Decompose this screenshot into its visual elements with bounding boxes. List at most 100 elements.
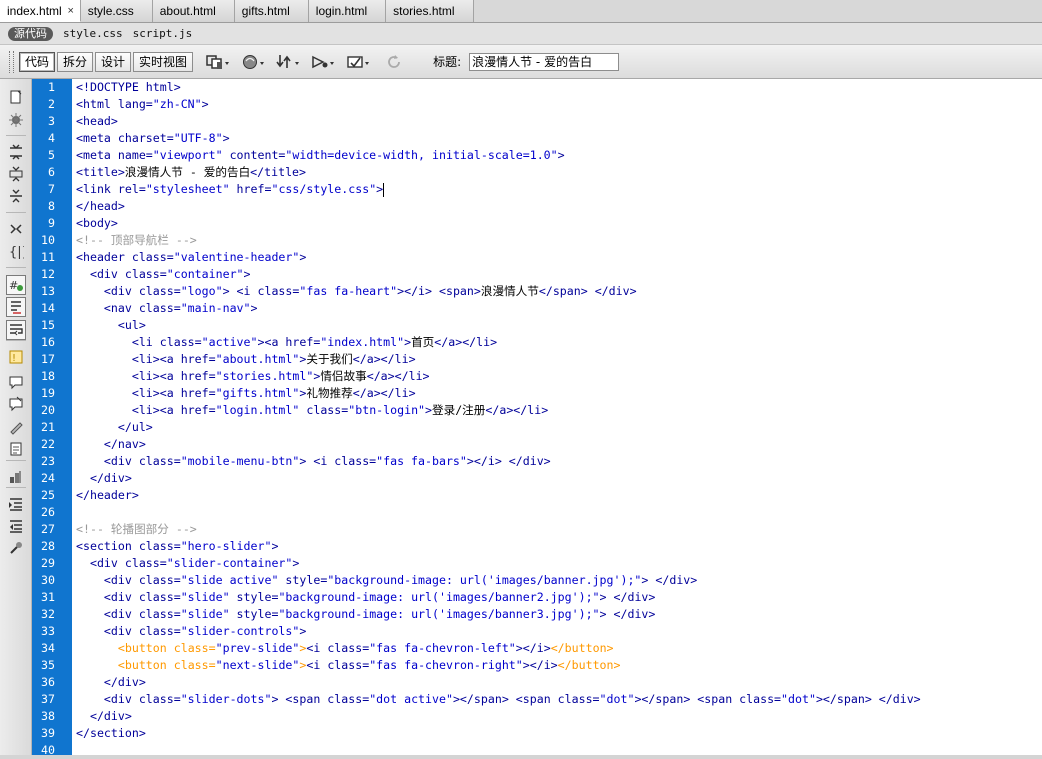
code-token: style= bbox=[278, 573, 328, 587]
code-token: <button class= bbox=[117, 641, 216, 655]
refresh-icon[interactable] bbox=[380, 52, 407, 72]
code-token: <li><a href= bbox=[131, 386, 216, 400]
view-buttons: 代码 拆分 设计 实时视图 bbox=[19, 51, 195, 72]
design-view-button[interactable]: 设计 bbox=[95, 51, 132, 72]
text-cursor bbox=[383, 182, 385, 197]
code-line-text: <nav class="main-nav"> bbox=[76, 300, 258, 317]
collapse-tag-icon[interactable] bbox=[7, 111, 25, 129]
open-documents-icon[interactable] bbox=[7, 88, 25, 106]
code-token: "viewport" bbox=[152, 148, 223, 162]
code-token: <!DOCTYPE html> bbox=[76, 80, 181, 94]
live-view-button[interactable]: 实时视图 bbox=[133, 51, 194, 72]
line-number: 20 bbox=[41, 403, 55, 417]
remove-comment-icon[interactable] bbox=[7, 395, 25, 413]
toolbar-grip[interactable] bbox=[9, 50, 14, 73]
preview-browser-icon[interactable] bbox=[240, 52, 267, 72]
file-management-icon[interactable] bbox=[275, 52, 302, 72]
syntax-error-icon[interactable]: ! bbox=[7, 348, 25, 366]
line-numbers-icon[interactable]: # bbox=[6, 275, 26, 295]
line-number: 40 bbox=[41, 743, 55, 757]
code-line-text: <title>浪漫情人节 - 爱的告白</title> bbox=[76, 164, 306, 181]
code-token: "prev-slide" bbox=[215, 641, 300, 655]
code-token: "slide" bbox=[180, 607, 230, 621]
multiscreen-icon[interactable] bbox=[205, 52, 232, 72]
code-token: </header> bbox=[76, 488, 139, 502]
code-token: "index.html" bbox=[320, 335, 405, 349]
code-token: "hero-slider" bbox=[180, 539, 272, 553]
collapse-selection-icon[interactable] bbox=[7, 143, 25, 161]
wrap-tag-icon[interactable] bbox=[7, 418, 25, 436]
select-parent-tag-icon[interactable] bbox=[7, 220, 25, 238]
tab-stories-html[interactable]: stories.html bbox=[386, 0, 474, 22]
related-file-style-css[interactable]: style.css bbox=[63, 27, 123, 40]
code-line-text: <li><a href="login.html" class="btn-logi… bbox=[76, 402, 548, 419]
split-view-button[interactable]: 拆分 bbox=[57, 51, 94, 72]
code-token: 情侣故事 bbox=[320, 369, 367, 383]
outdent-icon[interactable] bbox=[7, 517, 25, 535]
expand-all-icon[interactable] bbox=[7, 165, 25, 183]
tab-gifts-html[interactable]: gifts.html bbox=[234, 0, 309, 22]
line-number: 25 bbox=[41, 488, 55, 502]
visual-aids-icon[interactable] bbox=[310, 52, 337, 72]
code-token: "dot active" bbox=[369, 692, 453, 706]
code-token: > bbox=[271, 539, 279, 553]
tab-style-css[interactable]: style.css bbox=[80, 0, 153, 22]
tab-login-html[interactable]: login.html bbox=[308, 0, 387, 22]
code-editor[interactable]: <!DOCTYPE html> <html lang="zh-CN"> <head>… bbox=[72, 79, 1042, 755]
line-number: 38 bbox=[41, 709, 55, 723]
code-token: </title> bbox=[250, 165, 307, 179]
tab-about-html[interactable]: about.html bbox=[152, 0, 235, 22]
code-token: <link rel= bbox=[76, 182, 146, 196]
highlight-invalid-icon[interactable] bbox=[6, 297, 26, 317]
code-token: "fas fa-chevron-left" bbox=[369, 641, 516, 655]
line-number: 27 bbox=[41, 522, 55, 536]
code-token: "stylesheet" bbox=[145, 182, 230, 196]
code-token: > </div> bbox=[641, 573, 698, 587]
tab-index-html[interactable]: index.html × bbox=[0, 0, 81, 22]
validate-icon[interactable] bbox=[345, 52, 372, 72]
code-line-text: <html lang="zh-CN"> bbox=[76, 96, 209, 113]
expand-collapse-icon[interactable] bbox=[7, 187, 25, 205]
recent-snippets-icon[interactable] bbox=[7, 440, 25, 458]
code-token: "slider-container" bbox=[166, 556, 293, 570]
code-token: > bbox=[557, 148, 565, 162]
code-token: > <i class= bbox=[222, 284, 300, 298]
code-line-text: <link rel="stylesheet" href="css/style.c… bbox=[76, 181, 385, 198]
tab-label: stories.html bbox=[393, 4, 455, 18]
svg-text:#: # bbox=[9, 279, 18, 292]
code-view-button[interactable]: 代码 bbox=[19, 51, 56, 72]
balance-braces-icon[interactable]: {|} bbox=[7, 242, 25, 260]
code-token: <div class= bbox=[103, 607, 181, 621]
code-token: ></span> <span class= bbox=[634, 692, 782, 706]
code-token: </button> bbox=[550, 641, 614, 655]
close-tab-icon[interactable]: × bbox=[66, 5, 76, 17]
format-source-icon[interactable] bbox=[7, 539, 25, 557]
code-line-text: <li class="active"><a href="index.html">… bbox=[76, 334, 497, 351]
word-wrap-icon[interactable] bbox=[6, 320, 26, 340]
code-line-text: <!DOCTYPE html> bbox=[76, 79, 181, 96]
move-css-icon[interactable] bbox=[7, 468, 25, 486]
code-token: 首页 bbox=[411, 335, 435, 349]
code-token: > </div> bbox=[599, 590, 656, 604]
tab-label: login.html bbox=[315, 4, 368, 18]
related-file-script-js[interactable]: script.js bbox=[133, 27, 193, 40]
indent-icon[interactable] bbox=[7, 495, 25, 513]
apply-comment-icon[interactable] bbox=[7, 373, 25, 391]
code-token: "valentine-header" bbox=[173, 250, 300, 264]
line-number-gutter: 1 2 3 4 5 6 7 8 9 10 11 12 13 14 15 16 17 18 19 20 21 22 23 24 2… bbox=[32, 79, 72, 757]
code-token: "active" bbox=[201, 335, 258, 349]
document-title-input[interactable]: 浪漫情人节 - 爱的告白 bbox=[469, 52, 620, 71]
source-code-button[interactable]: 源代码 bbox=[8, 26, 53, 41]
code-token: <div class= bbox=[103, 590, 181, 604]
code-token: ></i> <span> bbox=[397, 284, 481, 298]
